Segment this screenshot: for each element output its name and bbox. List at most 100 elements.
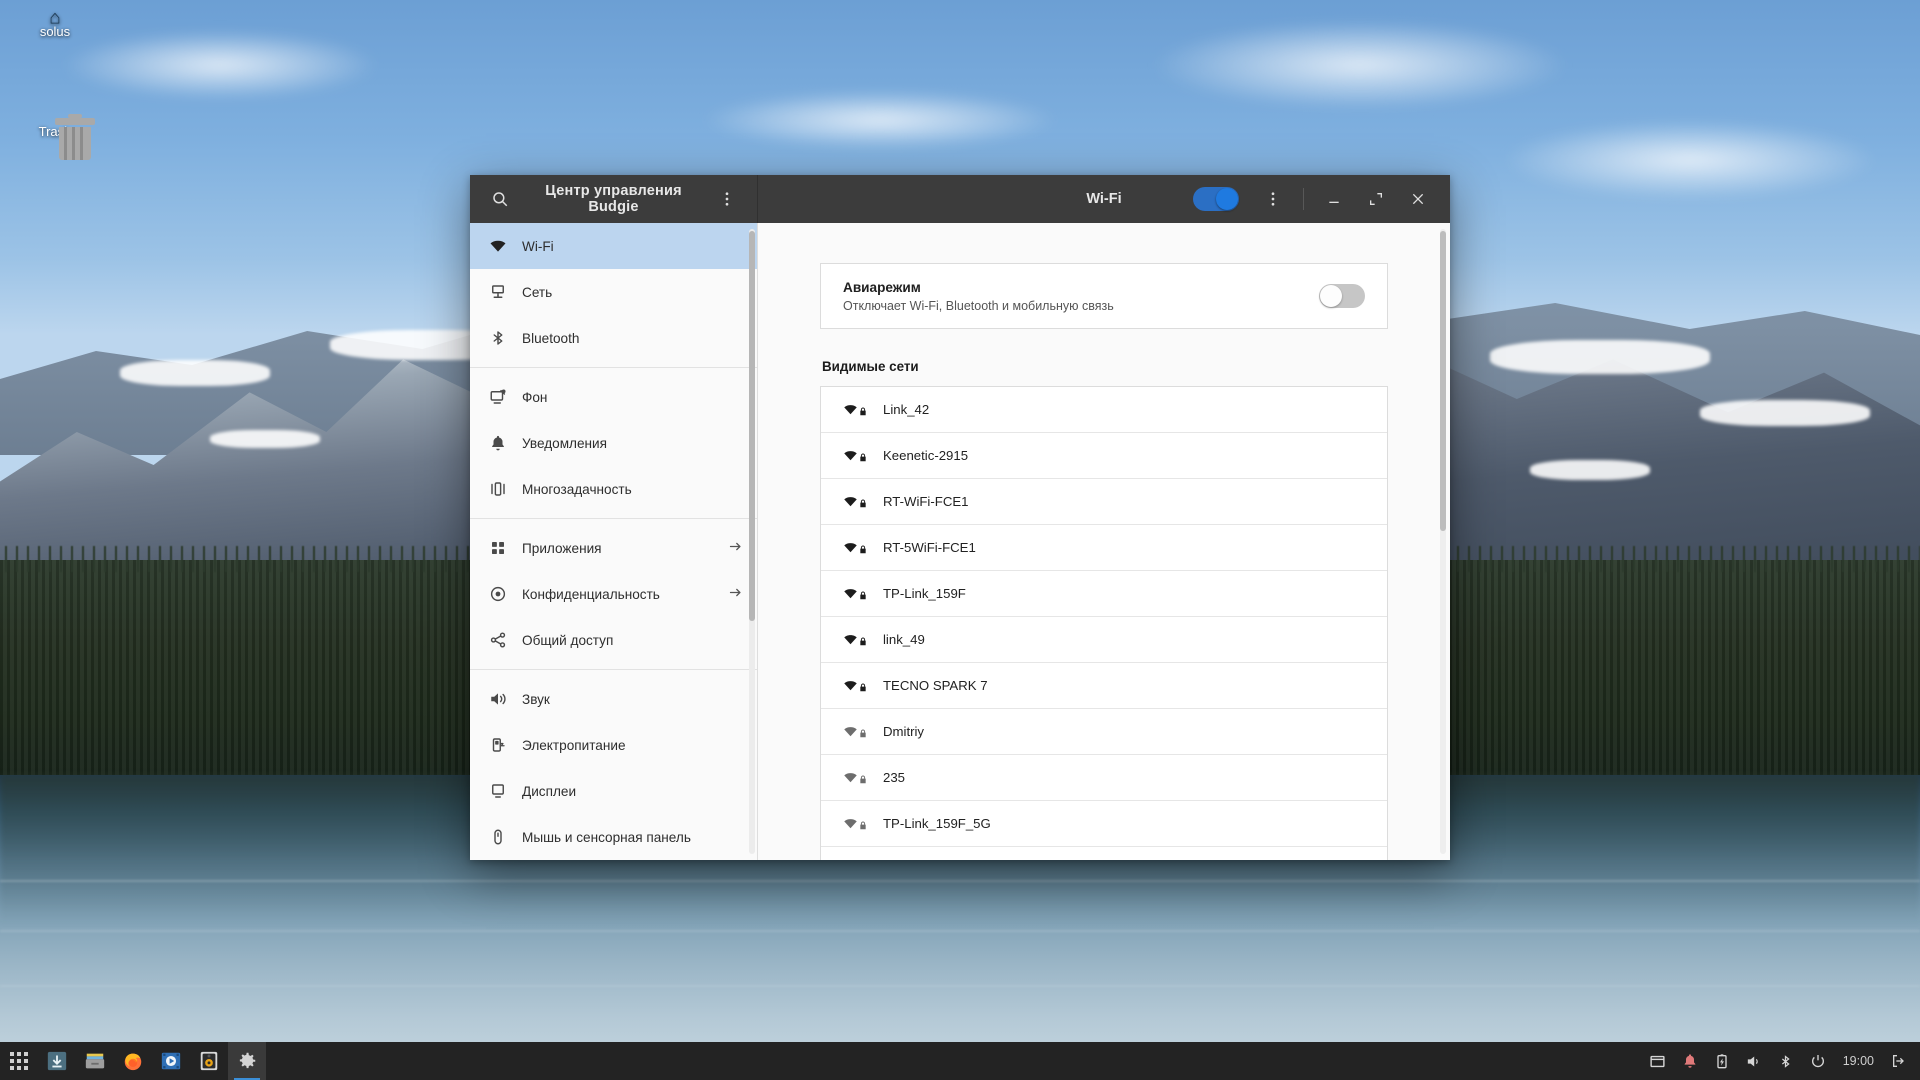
airplane-mode-card[interactable]: Авиарежим Отключает Wi-Fi, Bluetooth и м… [820,263,1388,329]
taskbar-sound-recorder[interactable] [190,1042,228,1080]
sidebar-item-label: Уведомления [522,435,607,451]
network-row[interactable]: TP-Link_159F_5G [821,801,1387,847]
wifi-signal-icon [843,585,869,603]
snow-patch [1490,340,1710,374]
sidebar-item-2[interactable]: Bluetooth [470,315,757,361]
tray-window-list[interactable] [1643,1042,1673,1080]
titlebar-content-section: Wi-Fi [758,175,1450,223]
chevron-right-icon [728,539,743,558]
display-icon [488,781,508,801]
sidebar-scrollbar-thumb[interactable] [749,231,755,621]
taskbar-clock[interactable]: 19:00 [1835,1054,1882,1068]
desktop-icon-solus[interactable]: ⌂ solus [12,9,98,40]
app-menu-button[interactable] [707,179,747,219]
network-ssid: TECNO SPARK 7 [883,678,988,693]
wifi-icon [488,236,508,256]
tray-battery[interactable] [1707,1042,1737,1080]
titlebar-divider [1303,188,1304,210]
desktop-icon-trash[interactable]: Trash [12,114,98,160]
sidebar-item-4[interactable]: Уведомления [470,420,757,466]
power-icon [1811,1055,1824,1068]
network-list[interactable]: Link_42 Keenetic-2915 RT-WiFi-FCE1 RT-5WiFi… [820,386,1388,860]
control-center-window[interactable]: Центр управления Budgie Wi-Fi Wi-Fi Сеть… [470,175,1450,860]
sidebar-list[interactable]: Wi-Fi Сеть Bluetooth Фон Уведомления Многозад… [470,223,757,860]
taskbar-control-center[interactable] [228,1042,266,1080]
tray-volume[interactable] [1739,1042,1769,1080]
network-ssid: RT-WiFi-FCE1 [883,494,969,509]
sidebar-item-10[interactable]: Электропитание [470,722,757,768]
lock-icon [860,453,866,461]
sidebar-item-5[interactable]: Многозадачность [470,466,757,512]
taskbar-software-center[interactable] [38,1042,76,1080]
sidebar-item-0[interactable]: Wi-Fi [470,223,757,269]
sidebar-item-3[interactable]: Фон [470,374,757,420]
sidebar-item-1[interactable]: Сеть [470,269,757,315]
network-row[interactable]: RT-WiFi-FCE1 [821,479,1387,525]
wallpaper-icon [488,387,508,407]
toggle-knob [1320,285,1342,307]
cloud [700,90,1060,150]
sidebar-item-7[interactable]: Конфиденциальность [470,571,757,617]
sidebar-item-6[interactable]: Приложения [470,525,757,571]
sidebar-item-label: Фон [522,389,548,405]
taskbar-firefox[interactable] [114,1042,152,1080]
tray-power[interactable] [1803,1042,1833,1080]
wifi-signal-icon [843,677,869,695]
taskbar-media-player[interactable] [152,1042,190,1080]
titlebar-sidebar-section: Центр управления Budgie [470,175,758,223]
network-row[interactable]: TECNO SPARK 7 [821,663,1387,709]
bell-alert-icon [1684,1054,1696,1068]
tray-logout[interactable] [1884,1042,1914,1080]
lock-icon [860,499,866,507]
airplane-mode-toggle[interactable] [1319,284,1365,308]
power-icon [488,735,508,755]
page-menu-button[interactable] [1253,179,1293,219]
network-row[interactable]: Dmitriy [821,709,1387,755]
close-button[interactable] [1398,179,1438,219]
settings-sidebar[interactable]: Wi-Fi Сеть Bluetooth Фон Уведомления Многозад… [470,223,758,860]
network-row[interactable]: 235 [821,755,1387,801]
tray-notifications[interactable] [1675,1042,1705,1080]
volume-icon [1748,1056,1758,1066]
sidebar-item-8[interactable]: Общий доступ [470,617,757,663]
wifi-signal-icon [843,401,869,419]
multitasking-icon [488,479,508,499]
network-row[interactable]: TP-Link_159F [821,571,1387,617]
tray-bluetooth[interactable] [1771,1042,1801,1080]
sound-icon [488,689,508,709]
sidebar-separator [470,669,757,670]
gear-icon [239,1052,256,1069]
close-icon [1412,193,1424,205]
apps-grid-icon [488,538,508,558]
sidebar-item-11[interactable]: Дисплеи [470,768,757,814]
network-row[interactable]: RT-5WiFi-FCE1 [821,525,1387,571]
wifi-signal-icon [843,815,869,833]
search-button[interactable] [480,179,520,219]
firefox-icon [124,1053,142,1071]
content-scrollbar-thumb[interactable] [1440,231,1446,531]
sidebar-item-label: Wi-Fi [522,238,554,254]
lock-icon [860,591,866,599]
sidebar-item-label: Приложения [522,540,602,556]
sidebar-item-12[interactable]: Мышь и сенсорная панель [470,814,757,860]
network-ssid: TP-Link_159F_5G [883,816,991,831]
taskbar[interactable]: 19:00 [0,1042,1920,1080]
maximize-button[interactable] [1356,179,1396,219]
minimize-button[interactable] [1314,179,1354,219]
taskbar-app-menu[interactable] [0,1042,38,1080]
system-tray[interactable]: 19:00 [1643,1042,1920,1080]
sidebar-item-label: Bluetooth [522,330,580,346]
sidebar-item-9[interactable]: Звук [470,676,757,722]
window-titlebar[interactable]: Центр управления Budgie Wi-Fi [470,175,1450,223]
network-row[interactable]: link_49 [821,617,1387,663]
network-ssid: Keenetic-2915 [883,448,969,463]
taskbar-file-manager[interactable] [76,1042,114,1080]
grid-menu-icon [10,1052,28,1070]
network-wired-icon [488,282,508,302]
wifi-settings-panel[interactable]: Авиарежим Отключает Wi-Fi, Bluetooth и м… [758,223,1450,860]
network-row[interactable]: Link_42 [821,387,1387,433]
network-row[interactable]: TTK85 [821,847,1387,860]
bell-icon [488,433,508,453]
network-row[interactable]: Keenetic-2915 [821,433,1387,479]
wifi-master-toggle[interactable] [1193,187,1239,211]
